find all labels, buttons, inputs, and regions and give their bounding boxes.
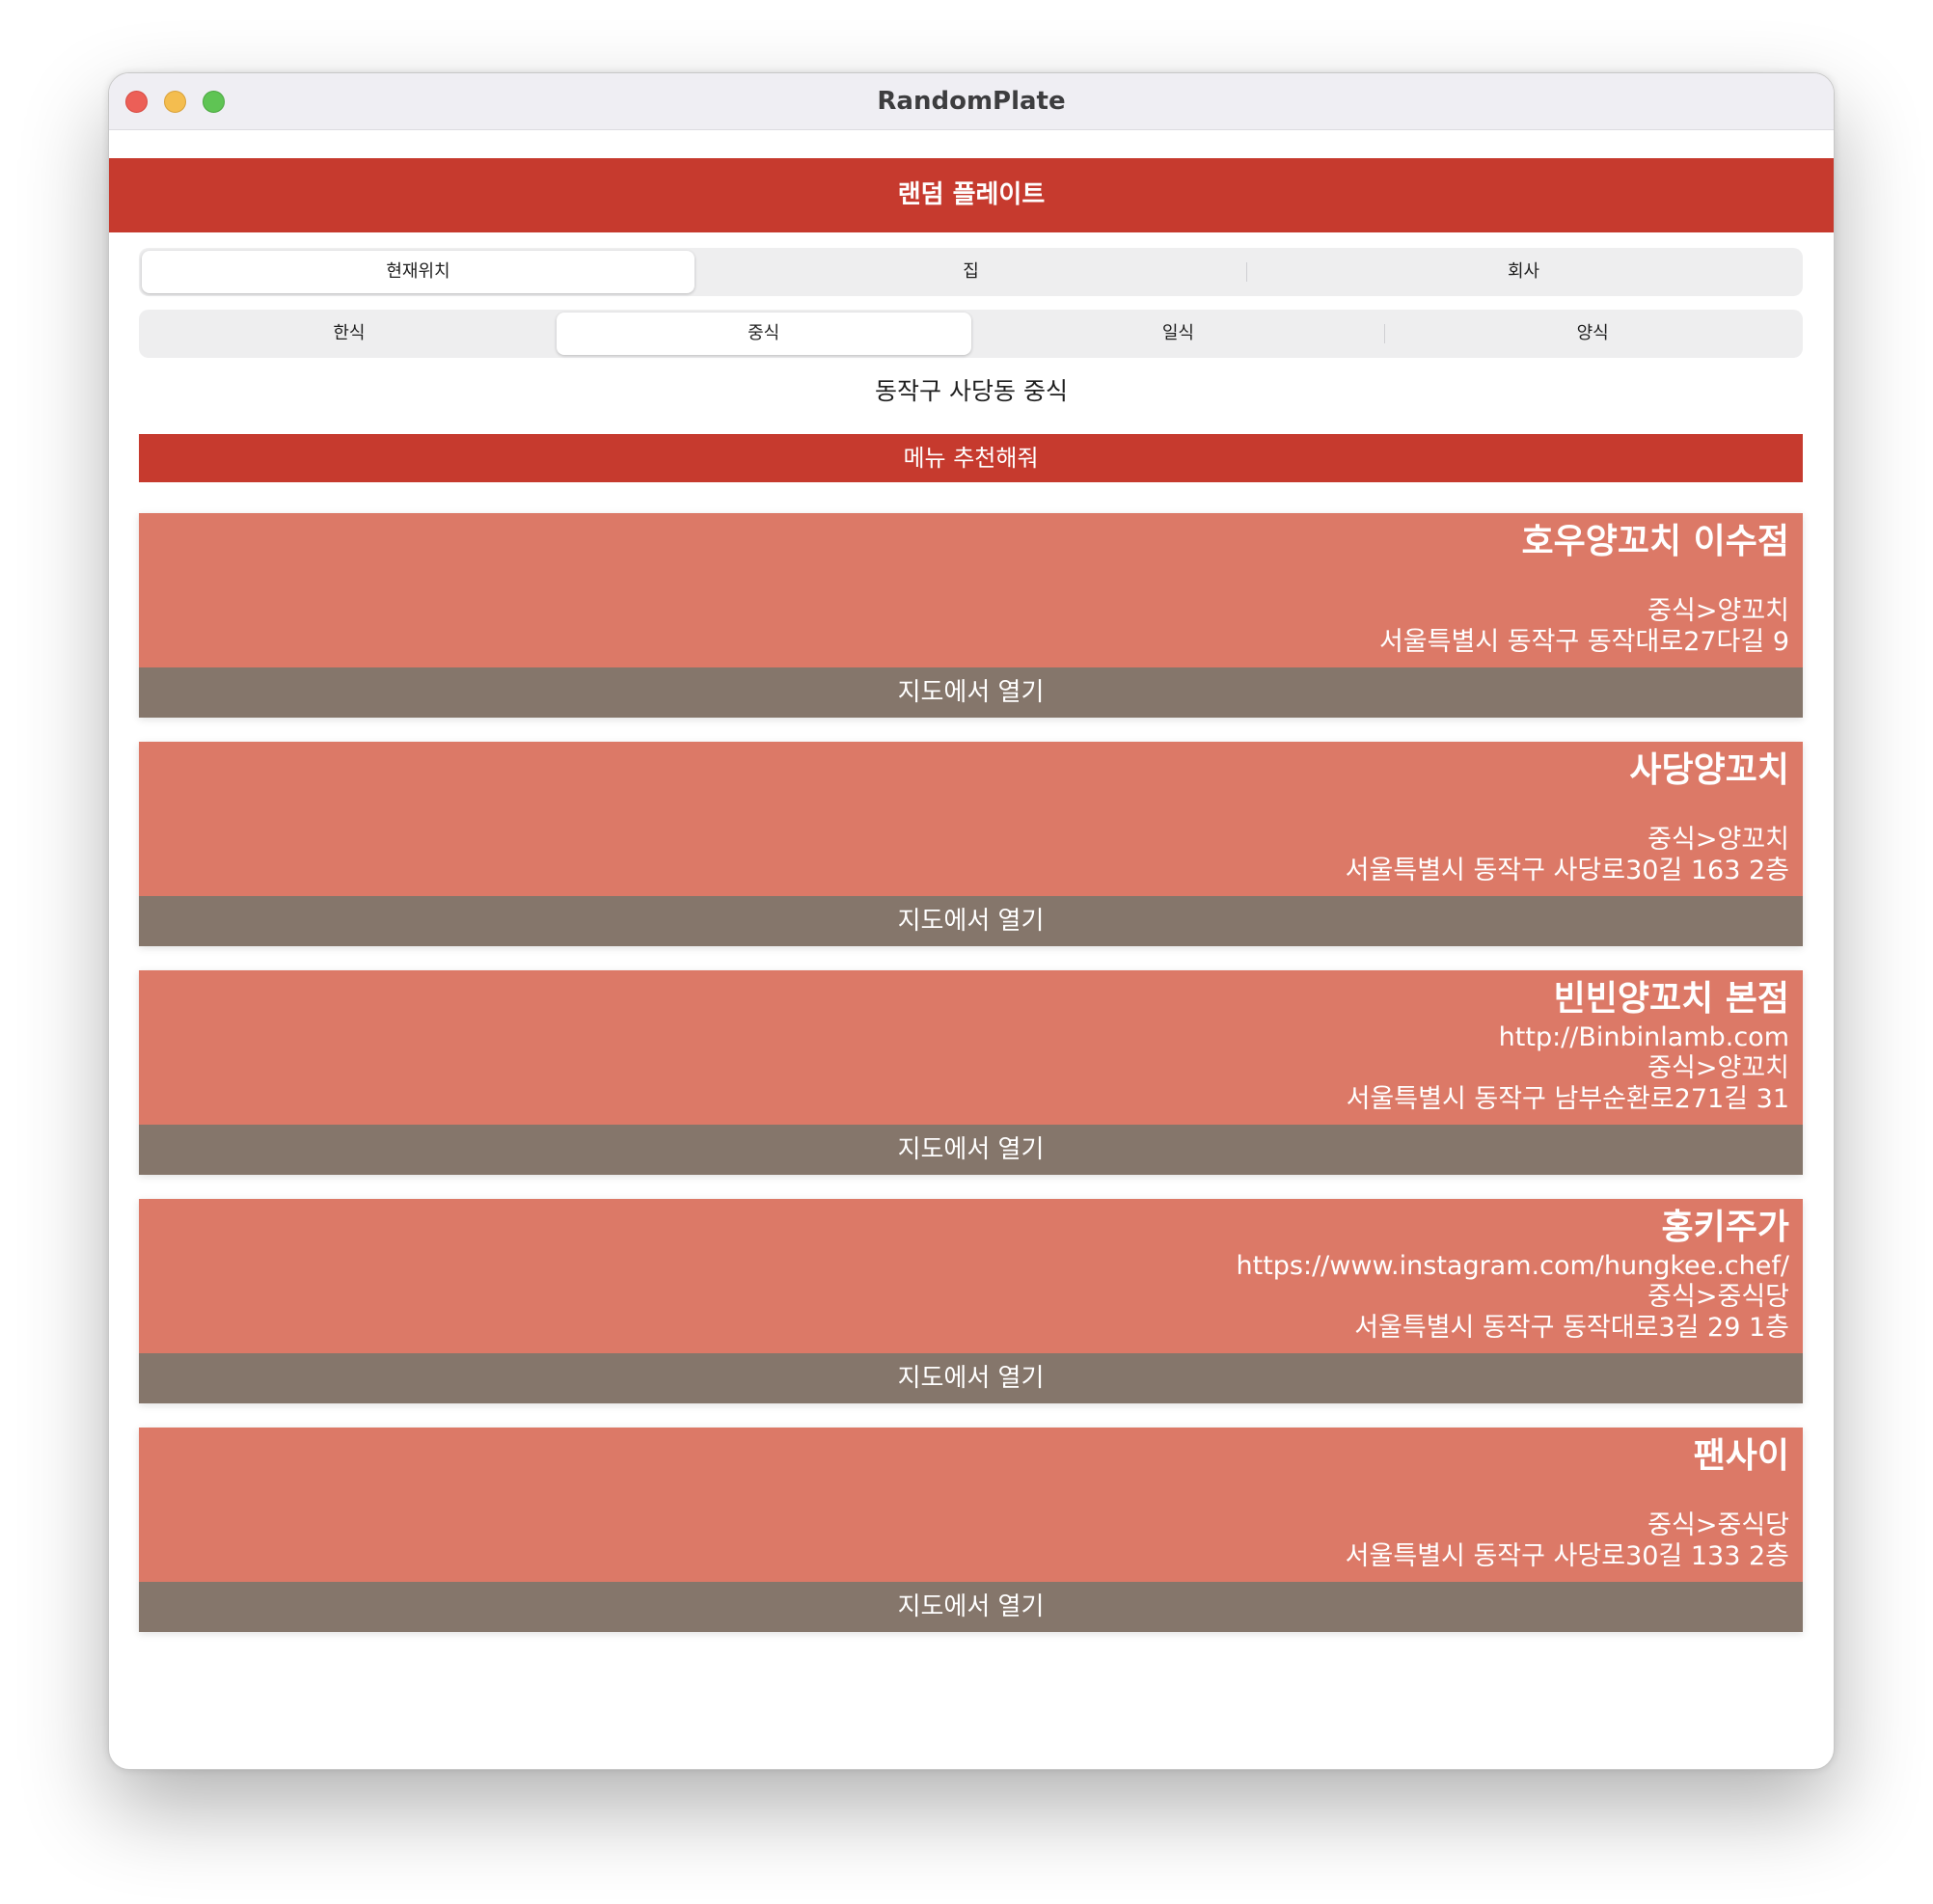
location-summary: 동작구 사당동 중식 [875, 377, 1068, 405]
tab-label: 현재위치 [386, 261, 450, 282]
restaurant-card: 팬사이 중식>중식당 서울특별시 동작구 사당로30길 133 2층 지도에서 … [139, 1428, 1803, 1632]
restaurant-name: 홍키주가 [1661, 1208, 1789, 1247]
restaurant-category: 중식>중식당 [1647, 1282, 1789, 1312]
restaurant-category: 중식>중식당 [1647, 1510, 1789, 1540]
open-in-map-button[interactable]: 지도에서 열기 [139, 667, 1803, 718]
restaurant-info: 홍키주가 https://www.instagram.com/hungkee.c… [139, 1199, 1803, 1353]
restaurant-info: 빈빈양꼬치 본점 http://Binbinlamb.com 중식>양꼬치 서울… [139, 970, 1803, 1125]
restaurant-url[interactable]: http://Binbinlamb.com [152, 1022, 1789, 1053]
tab-western[interactable]: 양식 [1385, 313, 1800, 355]
tab-label: 일식 [1161, 323, 1194, 343]
open-in-map-button[interactable]: 지도에서 열기 [139, 1353, 1803, 1403]
restaurant-address: 서울특별시 동작구 동작대로3길 29 1층 [1354, 1313, 1789, 1343]
open-in-map-button[interactable]: 지도에서 열기 [139, 1125, 1803, 1175]
location-segmented-control: 현재위치 집 회사 [139, 248, 1803, 296]
restaurant-info: 호우양꼬치 이수점 중식>양꼬치 서울특별시 동작구 동작대로27다길 9 [139, 513, 1803, 667]
restaurant-name: 빈빈양꼬치 본점 [1553, 979, 1789, 1019]
tab-korean[interactable]: 한식 [142, 313, 557, 355]
tab-label: 중식 [748, 323, 780, 343]
tab-label: 회사 [1507, 261, 1540, 282]
restaurant-url[interactable] [152, 1480, 1789, 1510]
restaurant-category: 중식>양꼬치 [1647, 596, 1789, 626]
tab-chinese[interactable]: 중식 [556, 313, 971, 355]
restaurant-address: 서울특별시 동작구 사당로30길 163 2층 [1345, 856, 1789, 885]
title-bar[interactable]: RandomPlate [109, 73, 1834, 130]
restaurant-name: 팬사이 [1693, 1436, 1789, 1476]
restaurant-category: 중식>양꼬치 [1647, 825, 1789, 855]
restaurant-address: 서울특별시 동작구 남부순환로271길 31 [1346, 1084, 1789, 1114]
restaurant-url[interactable] [152, 565, 1789, 596]
app-header: 랜덤 플레이트 [109, 158, 1834, 232]
tab-label: 양식 [1576, 323, 1609, 343]
restaurant-card: 사당양꼬치 중식>양꼬치 서울특별시 동작구 사당로30길 163 2층 지도에… [139, 742, 1803, 946]
restaurant-url[interactable] [152, 794, 1789, 825]
window-title: RandomPlate [877, 87, 1066, 116]
tab-label: 집 [963, 261, 979, 282]
restaurant-info: 사당양꼬치 중식>양꼬치 서울특별시 동작구 사당로30길 163 2층 [139, 742, 1803, 896]
tab-current-location[interactable]: 현재위치 [142, 251, 694, 293]
restaurant-url[interactable]: https://www.instagram.com/hungkee.chef/ [152, 1251, 1790, 1282]
open-in-map-button[interactable]: 지도에서 열기 [139, 896, 1803, 946]
restaurant-info: 팬사이 중식>중식당 서울특별시 동작구 사당로30길 133 2층 [139, 1428, 1803, 1582]
restaurant-card: 호우양꼬치 이수점 중식>양꼬치 서울특별시 동작구 동작대로27다길 9 지도… [139, 513, 1803, 718]
restaurant-address: 서울특별시 동작구 동작대로27다길 9 [1378, 627, 1789, 657]
restaurant-name: 사당양꼬치 [1629, 750, 1789, 790]
app-window: RandomPlate 랜덤 플레이트 현재위치 집 회사 한식 중식 일식 양… [108, 72, 1835, 1770]
tab-company[interactable]: 회사 [1247, 251, 1800, 293]
restaurant-address: 서울특별시 동작구 사당로30길 133 2층 [1345, 1541, 1789, 1571]
cuisine-segmented-control: 한식 중식 일식 양식 [139, 310, 1803, 358]
restaurant-card: 홍키주가 https://www.instagram.com/hungkee.c… [139, 1199, 1803, 1403]
tab-home[interactable]: 집 [694, 251, 1247, 293]
open-in-map-button[interactable]: 지도에서 열기 [139, 1582, 1803, 1632]
restaurant-card: 빈빈양꼬치 본점 http://Binbinlamb.com 중식>양꼬치 서울… [139, 970, 1803, 1175]
restaurant-category: 중식>양꼬치 [1647, 1053, 1789, 1083]
tab-japanese[interactable]: 일식 [971, 313, 1386, 355]
tab-label: 한식 [333, 323, 366, 343]
recommend-menu-button[interactable]: 메뉴 추천해줘 [139, 434, 1803, 482]
restaurant-name: 호우양꼬치 이수점 [1521, 522, 1790, 561]
